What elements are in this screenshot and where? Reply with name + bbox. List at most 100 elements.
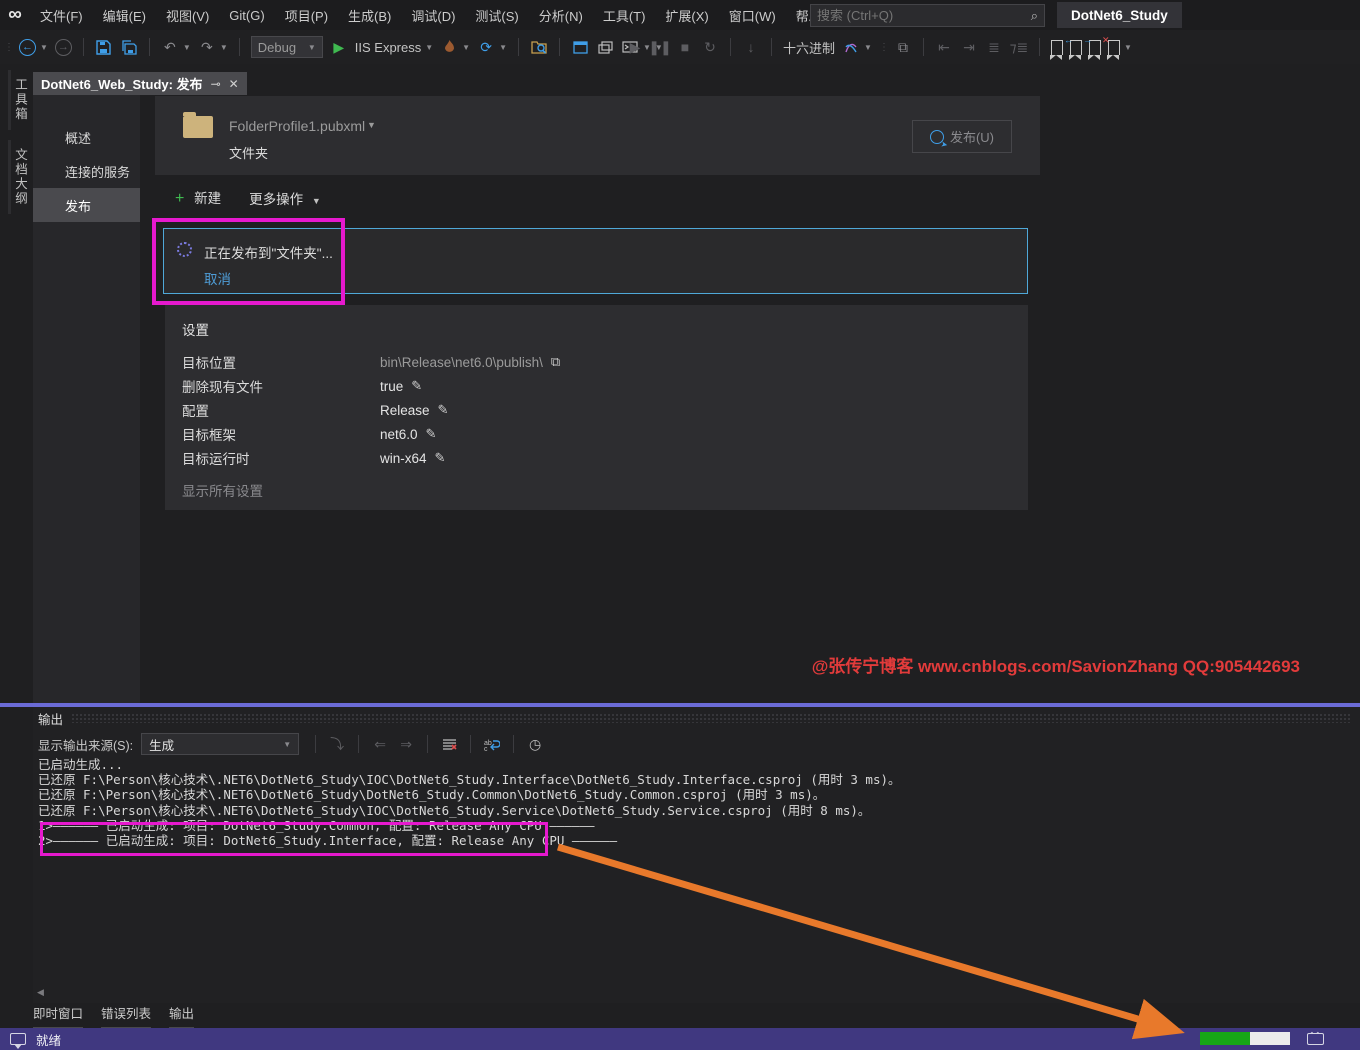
- toggle-bookmark-icon[interactable]: [1051, 40, 1063, 55]
- output-drag-texture[interactable]: [71, 713, 1352, 723]
- menu-window[interactable]: 窗口(W): [719, 0, 786, 30]
- setting-row-delete-existing: 删除现有文件 true ✎: [182, 376, 1002, 396]
- redo-dropdown-icon[interactable]: ▼: [220, 43, 228, 52]
- visualizer-icon[interactable]: [842, 38, 860, 56]
- solution-name-badge: DotNet6_Study: [1057, 2, 1182, 28]
- publish-button[interactable]: 发布(U): [912, 120, 1012, 153]
- increase-indent-icon: ⇥: [960, 38, 978, 56]
- word-wrap-icon[interactable]: abc: [483, 735, 501, 753]
- save-all-icon[interactable]: [120, 38, 138, 56]
- close-tab-icon[interactable]: ✕: [229, 77, 239, 91]
- setting-row-configuration: 配置 Release ✎: [182, 400, 1002, 420]
- debug-overflow-icon[interactable]: ▼: [864, 43, 872, 52]
- output-toolbar: 显示输出来源(S): 生成 ▼ ⤵ ⇐ ⇒ abc ◷: [33, 731, 1360, 757]
- quick-search[interactable]: ⌕: [810, 4, 1045, 27]
- output-source-dropdown-icon: ▼: [283, 740, 291, 749]
- menu-file[interactable]: 文件(F): [30, 0, 93, 30]
- output-title: 输出: [38, 709, 63, 728]
- publish-globe-icon: [930, 130, 944, 144]
- menu-view[interactable]: 视图(V): [156, 0, 219, 30]
- decrease-indent-icon: ⇤: [935, 38, 953, 56]
- new-profile-button[interactable]: + 新建: [175, 187, 221, 208]
- save-icon[interactable]: [95, 38, 113, 56]
- menu-test[interactable]: 测试(S): [465, 0, 528, 30]
- menu-git[interactable]: Git(G): [219, 0, 274, 30]
- profile-name-dropdown[interactable]: FolderProfile1.pubxml: [229, 118, 365, 134]
- publish-profile-card: FolderProfile1.pubxml ▼ 文件夹 发布(U): [155, 96, 1040, 175]
- menu-debug[interactable]: 调试(D): [401, 0, 465, 30]
- pencil-icon[interactable]: ✎: [438, 402, 449, 418]
- redo-icon[interactable]: ↷: [198, 38, 216, 56]
- pencil-icon[interactable]: ✎: [435, 450, 446, 466]
- timestamp-icon[interactable]: ◷: [526, 735, 544, 753]
- notifications-icon[interactable]: [1307, 1033, 1324, 1045]
- visual-studio-logo-icon: ∞: [0, 0, 30, 30]
- standard-toolbar: ⋮⋮ ← ▼ → ↶ ▼ ↷ ▼ Debug▼ ▶ IIS Express ▼: [0, 30, 1360, 64]
- output-title-bar[interactable]: 输出: [33, 707, 1360, 729]
- find-in-files-icon[interactable]: [530, 38, 548, 56]
- undo-dropdown-icon[interactable]: ▼: [183, 43, 191, 52]
- publish-page: FolderProfile1.pubxml ▼ 文件夹 发布(U) + 新建 更…: [140, 95, 1360, 703]
- sidebar-tab-document-outline[interactable]: 文档大纲: [8, 140, 30, 214]
- start-debug-icon[interactable]: ▶: [330, 38, 348, 56]
- copy-parallel-icon: ⧉: [894, 38, 912, 56]
- nav-item-overview[interactable]: 概述: [33, 120, 140, 154]
- profile-dropdown-icon[interactable]: ▼: [367, 120, 376, 130]
- more-actions-dropdown-icon: ▼: [312, 196, 321, 206]
- restart-app-icon[interactable]: ⟳: [477, 38, 495, 56]
- toolbar-grip[interactable]: ⋮⋮: [4, 42, 12, 53]
- clear-bookmarks-icon[interactable]: ✕: [1108, 40, 1120, 55]
- setting-row-target-location: 目标位置 bin\Release\net6.0\publish\ ⧉: [182, 352, 1002, 372]
- search-icon[interactable]: ⌕: [1031, 8, 1038, 24]
- output-source-select[interactable]: 生成 ▼: [141, 733, 299, 755]
- hex-display-toggle[interactable]: 十六进制: [783, 38, 835, 57]
- tab-publish-document[interactable]: DotNet6_Web_Study: 发布 ⊸ ✕: [33, 72, 247, 95]
- menu-tools[interactable]: 工具(T): [593, 0, 656, 30]
- run-target-dropdown-icon[interactable]: ▼: [425, 43, 433, 52]
- tab-output[interactable]: 输出: [169, 1003, 194, 1026]
- pin-tab-icon[interactable]: ⊸: [211, 77, 221, 91]
- comment-icon: ≣: [985, 38, 1003, 56]
- setting-row-target-framework: 目标框架 net6.0 ✎: [182, 424, 1002, 444]
- more-actions-button[interactable]: 更多操作 ▼: [249, 188, 321, 208]
- tab-error-list[interactable]: 错误列表: [101, 1003, 151, 1026]
- tab-immediate-window[interactable]: 即时窗口: [33, 1003, 83, 1026]
- scroll-left-icon[interactable]: ◀: [37, 987, 44, 998]
- new-window-icon[interactable]: [596, 38, 614, 56]
- copy-icon[interactable]: ⧉: [551, 354, 560, 370]
- undo-icon[interactable]: ↶: [161, 38, 179, 56]
- pencil-icon[interactable]: ✎: [426, 426, 437, 442]
- menu-extensions[interactable]: 扩展(X): [655, 0, 718, 30]
- nav-item-publish[interactable]: 发布: [33, 188, 140, 222]
- next-bookmark-icon[interactable]: →: [1089, 40, 1101, 55]
- back-dropdown-icon[interactable]: ▼: [40, 43, 48, 52]
- run-target-label[interactable]: IIS Express: [355, 40, 421, 55]
- plus-icon: +: [175, 190, 184, 207]
- progress-fill: [1200, 1032, 1250, 1045]
- vs-window: ∞ 文件(F) 编辑(E) 视图(V) Git(G) 项目(P) 生成(B) 调…: [0, 0, 1360, 1050]
- home-window-icon[interactable]: [571, 38, 589, 56]
- solution-configuration-select[interactable]: Debug▼: [251, 36, 323, 58]
- restart-dropdown-icon[interactable]: ▼: [499, 43, 507, 52]
- feedback-bubble-icon[interactable]: [10, 1033, 26, 1045]
- bookmark-overflow-icon[interactable]: ▼: [1124, 43, 1132, 52]
- title-bar: ∞ 文件(F) 编辑(E) 视图(V) Git(G) 项目(P) 生成(B) 调…: [0, 0, 1360, 30]
- previous-bookmark-icon[interactable]: ←: [1070, 40, 1082, 55]
- menu-build[interactable]: 生成(B): [338, 0, 401, 30]
- menu-edit[interactable]: 编辑(E): [93, 0, 156, 30]
- menu-analyze[interactable]: 分析(N): [529, 0, 593, 30]
- menu-project[interactable]: 项目(P): [275, 0, 338, 30]
- continue-icon: ▶: [626, 38, 644, 56]
- output-log[interactable]: 已启动生成... 已还原 F:\Person\核心技术\.NET6\DotNet…: [38, 757, 1353, 985]
- show-all-settings-link[interactable]: 显示所有设置: [182, 480, 263, 500]
- search-input[interactable]: [817, 8, 1031, 23]
- navigate-forward-icon: →: [55, 39, 72, 56]
- toolbar-grip-2[interactable]: ⋮⋮: [879, 42, 887, 53]
- nav-item-connected-services[interactable]: 连接的服务: [33, 154, 140, 188]
- pencil-icon[interactable]: ✎: [411, 378, 422, 394]
- navigate-back-icon[interactable]: ←: [19, 39, 36, 56]
- clear-output-icon[interactable]: [440, 735, 458, 753]
- output-horizontal-scrollbar[interactable]: ◀: [33, 985, 1348, 999]
- sidebar-tab-toolbox[interactable]: 工具箱: [8, 70, 30, 130]
- stop-icon: ■: [676, 38, 694, 56]
